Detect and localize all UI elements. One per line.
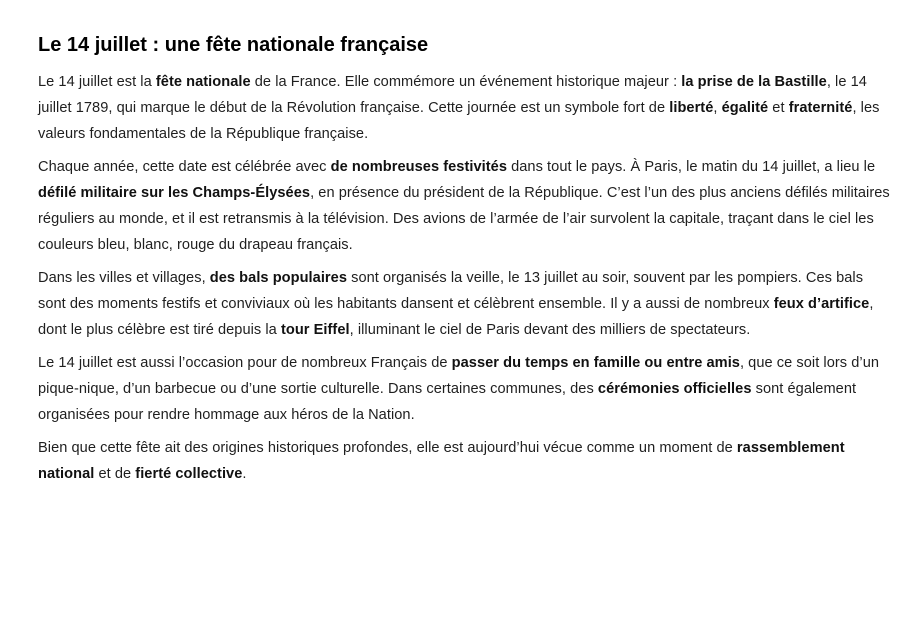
paragraph-4: Le 14 juillet est aussi l’occasion pour … bbox=[38, 350, 894, 428]
emphasized-text: des bals populaires bbox=[209, 270, 347, 286]
paragraph-2: Chaque année, cette date est célébrée av… bbox=[38, 154, 894, 258]
text-run: Bien que cette fête ait des origines his… bbox=[38, 440, 737, 456]
paragraph-3: Dans les villes et villages, des bals po… bbox=[38, 265, 894, 343]
text-run: Le 14 juillet est aussi l’occasion pour … bbox=[38, 355, 452, 371]
text-run: , illuminant le ciel de Paris devant des… bbox=[349, 322, 751, 338]
emphasized-text: fête nationale bbox=[155, 74, 251, 90]
article: Le 14 juillet : une fête nationale franç… bbox=[0, 0, 924, 487]
emphasized-text: fierté collective bbox=[135, 466, 243, 482]
paragraph-5: Bien que cette fête ait des origines his… bbox=[38, 435, 894, 487]
text-run: dans tout le pays. À Paris, le matin du … bbox=[507, 159, 876, 175]
article-title: Le 14 juillet : une fête nationale franç… bbox=[38, 34, 429, 56]
text-run: de la France. Elle commémore un événemen… bbox=[250, 74, 682, 90]
text-run: Dans les villes et villages, bbox=[38, 270, 210, 286]
emphasized-text: feux d’artifice bbox=[773, 296, 870, 312]
emphasized-text: passer du temps en famille ou entre amis bbox=[451, 355, 740, 371]
emphasized-text: tour Eiffel bbox=[280, 322, 350, 338]
text-run: , bbox=[713, 100, 722, 116]
emphasized-text: fraternité bbox=[788, 100, 853, 116]
emphasized-text: de nombreuses festivités bbox=[330, 159, 507, 175]
emphasized-text: liberté bbox=[669, 100, 714, 116]
text-run: et de bbox=[94, 466, 136, 482]
text-run: . bbox=[242, 466, 247, 482]
emphasized-text: égalité bbox=[721, 100, 769, 116]
emphasized-text: la prise de la Bastille bbox=[681, 74, 827, 90]
emphasized-text: cérémonies officielles bbox=[597, 381, 752, 397]
text-run: Chaque année, cette date est célébrée av… bbox=[38, 159, 331, 175]
emphasized-text: défilé militaire sur les Champs-Élysées bbox=[38, 185, 311, 201]
text-run: Le 14 juillet est la bbox=[38, 74, 156, 90]
paragraph-1: Le 14 juillet est la fête nationale de l… bbox=[38, 69, 894, 147]
text-run: et bbox=[768, 100, 789, 116]
